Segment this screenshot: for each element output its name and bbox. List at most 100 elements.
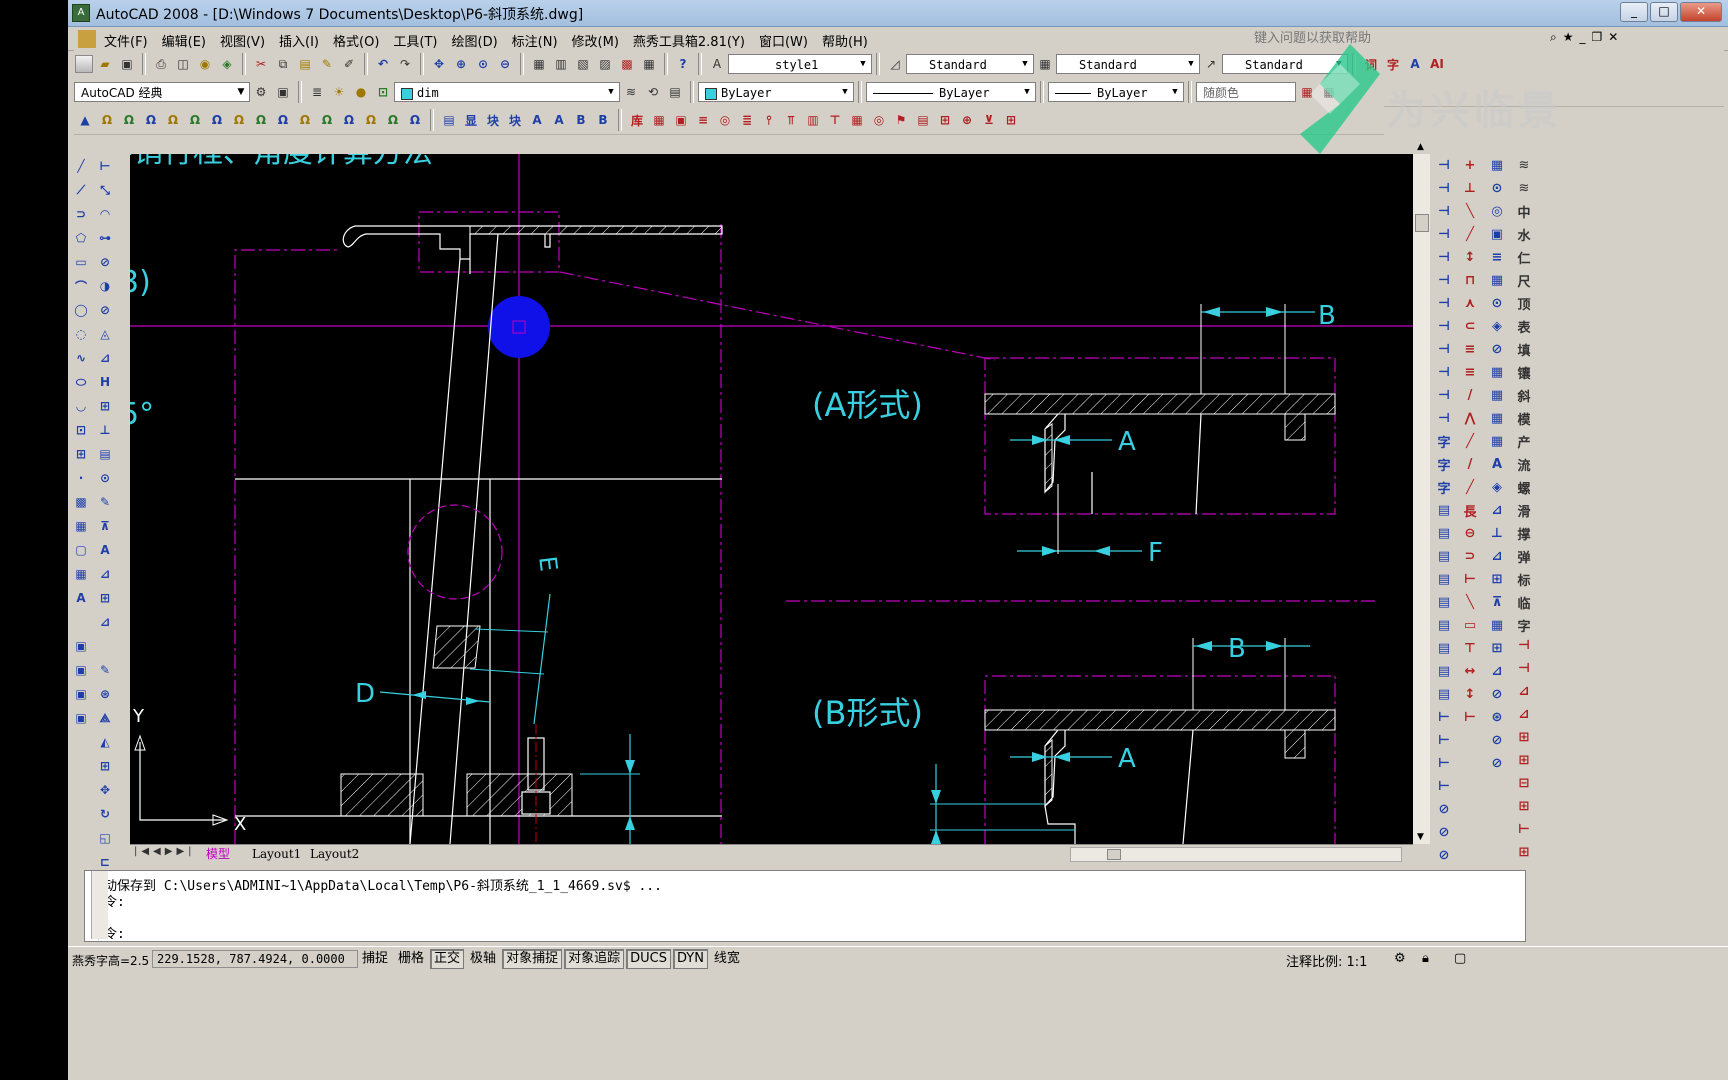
print-icon[interactable]: ⎙ [151,54,171,74]
right-b-tool-2-icon[interactable]: ╲ [1460,201,1480,222]
yanxiu-mold-tool-1-icon[interactable]: ▦ [649,110,669,130]
right-label-tool-17[interactable]: 临 [1514,592,1534,613]
right-c-tool-18-icon[interactable]: ⊞ [1487,569,1507,590]
menu-item-7[interactable]: 标注(N) [512,31,558,50]
status-toggle-6[interactable]: DUCS [626,949,671,969]
right-label-tool-13[interactable]: 滑 [1514,500,1534,521]
status-toggle-2[interactable]: 正交 [430,949,465,969]
minimize-button[interactable]: _ [1620,2,1648,22]
layer-states-icon[interactable]: ▤ [665,82,685,102]
layer-manager-icon[interactable]: ≣ [307,82,327,102]
right-e-tool-0-icon[interactable]: ⊣ [1514,635,1534,656]
close-button[interactable]: ✕ [1680,2,1722,22]
right-a-tool-25-icon[interactable]: ⊢ [1434,730,1454,751]
modify-tool-21-icon[interactable]: ✎ [95,660,115,680]
right-c-tool-12-icon[interactable]: ▦ [1487,431,1507,452]
right-a-tool-2-icon[interactable]: ⊣ [1434,201,1454,222]
tool-char-icon[interactable]: 字 [1383,54,1403,74]
yanxiu-text-tool-2-icon[interactable]: 块 [483,110,503,130]
right-e-tool-1-icon[interactable]: ⊣ [1514,658,1534,679]
right-a-tool-0-icon[interactable]: ⊣ [1434,155,1454,176]
maximize-button[interactable]: □ [1650,2,1678,22]
right-e-tool-6-icon[interactable]: ⊟ [1514,773,1534,794]
annotation-scale[interactable]: 注释比例: 1:1 [1286,951,1367,970]
right-b-tool-7-icon[interactable]: ⊂ [1460,316,1480,337]
right-b-tool-10-icon[interactable]: / [1460,385,1480,406]
yanxiu-tool-12-icon[interactable]: Ω [339,110,359,130]
right-c-tool-2-icon[interactable]: ◎ [1487,201,1507,222]
right-a-tool-5-icon[interactable]: ⊣ [1434,270,1454,291]
right-a-tool-22-icon[interactable]: ▤ [1434,661,1454,682]
menu-item-4[interactable]: 格式(O) [333,31,379,50]
yanxiu-mold-tool-3-icon[interactable]: ≡ [693,110,713,130]
right-b-tool-24-icon[interactable]: ⊢ [1460,707,1480,728]
text-style-icon[interactable]: A [707,54,727,74]
menu-item-1[interactable]: 编辑(E) [162,31,206,50]
zoom-realtime-icon[interactable]: ⊕ [451,54,471,74]
draw-tool-15-icon[interactable]: ▦ [71,516,91,536]
yanxiu-tool-4-icon[interactable]: Ω [163,110,183,130]
modify-tool-11-icon[interactable]: ⊥ [95,420,115,440]
menu-item-11[interactable]: 帮助(H) [822,31,868,50]
workspace-save-icon[interactable]: ▣ [273,82,293,102]
modify-tool-8-icon[interactable]: ⊿ [95,348,115,368]
yanxiu-tool-15-icon[interactable]: Ω [405,110,425,130]
right-a-tool-21-icon[interactable]: ▤ [1434,638,1454,659]
right-b-tool-21-icon[interactable]: ⊤ [1460,638,1480,659]
cad-drawing[interactable]: -销行程、角度计算方法 3) 5° [130,154,1413,844]
right-c-tool-17-icon[interactable]: ⊿ [1487,546,1507,567]
table-style-icon[interactable]: ▦ [1035,54,1055,74]
help-icon[interactable]: ? [673,54,693,74]
layer-freeze-icon[interactable]: ● [351,82,371,102]
status-toggle-3[interactable]: 极轴 [466,949,501,969]
status-toggle-4[interactable]: 对象捕捉 [502,949,563,969]
draw-tool-20-icon[interactable]: ▣ [71,636,91,656]
right-c-tool-22-icon[interactable]: ⊿ [1487,661,1507,682]
modify-tool-9-icon[interactable]: H [95,372,115,392]
right-a-tool-16-icon[interactable]: ▤ [1434,523,1454,544]
clean-screen-icon[interactable]: ▢ [1454,951,1466,966]
zoom-previous-icon[interactable]: ⊖ [495,54,515,74]
right-e-tool-9-icon[interactable]: ⊞ [1514,842,1534,863]
right-c-tool-4-icon[interactable]: ≡ [1487,247,1507,268]
yanxiu-tool-8-icon[interactable]: Ω [251,110,271,130]
right-label-tool-15[interactable]: 弹 [1514,546,1534,567]
linetype-select[interactable]: ByLayer ▼ [866,82,1036,102]
draw-tool-17-icon[interactable]: ▦ [71,564,91,584]
right-c-tool-7-icon[interactable]: ◈ [1487,316,1507,337]
modify-tool-18-icon[interactable]: ⊞ [95,588,115,608]
coordinates-display[interactable]: 229.1528, 787.4924, 0.0000 [152,950,358,968]
right-e-tool-2-icon[interactable]: ⊿ [1514,681,1534,702]
make-current-icon[interactable]: ≋ [621,82,641,102]
yanxiu-text-tool-4-icon[interactable]: A [527,110,547,130]
right-a-tool-19-icon[interactable]: ▤ [1434,592,1454,613]
right-c-tool-20-icon[interactable]: ▦ [1487,615,1507,636]
modify-tool-6-icon[interactable]: ⊘ [95,300,115,320]
right-a-tool-4-icon[interactable]: ⊣ [1434,247,1454,268]
draw-tool-22-icon[interactable]: ▣ [71,684,91,704]
right-c-tool-10-icon[interactable]: ▦ [1487,385,1507,406]
markup-icon[interactable]: ▩ [617,54,637,74]
right-c-tool-23-icon[interactable]: ⊘ [1487,684,1507,705]
right-b-tool-6-icon[interactable]: ⋏ [1460,293,1480,314]
modify-tool-1-icon[interactable]: ⤡ [95,180,115,200]
right-a-tool-3-icon[interactable]: ⊣ [1434,224,1454,245]
right-label-tool-16[interactable]: 标 [1514,569,1534,590]
undo-icon[interactable]: ↶ [373,54,393,74]
draw-tool-1-icon[interactable]: ⟋ [71,180,91,200]
doc-minimize-icon[interactable]: _ [1580,30,1586,45]
block-editor-icon[interactable]: ✐ [339,54,359,74]
right-label-tool-5[interactable]: 表 [1514,316,1534,337]
yanxiu-tool-14-icon[interactable]: Ω [383,110,403,130]
yanxiu-mold-tool-8-icon[interactable]: ▥ [803,110,823,130]
right-a-tool-11-icon[interactable]: ⊣ [1434,408,1454,429]
dim-style-icon[interactable]: ◿ [885,54,905,74]
drawing-area[interactable]: -销行程、角度计算方法 3) 5° [130,154,1413,844]
modify-tool-14-icon[interactable]: ✎ [95,492,115,512]
right-c-tool-25-icon[interactable]: ⊘ [1487,730,1507,751]
right-c-tool-3-icon[interactable]: ▣ [1487,224,1507,245]
draw-tool-23-icon[interactable]: ▣ [71,708,91,728]
menu-item-8[interactable]: 修改(M) [572,31,619,50]
right-b-tool-12-icon[interactable]: ╱ [1460,431,1480,452]
properties-icon[interactable]: ▦ [529,54,549,74]
